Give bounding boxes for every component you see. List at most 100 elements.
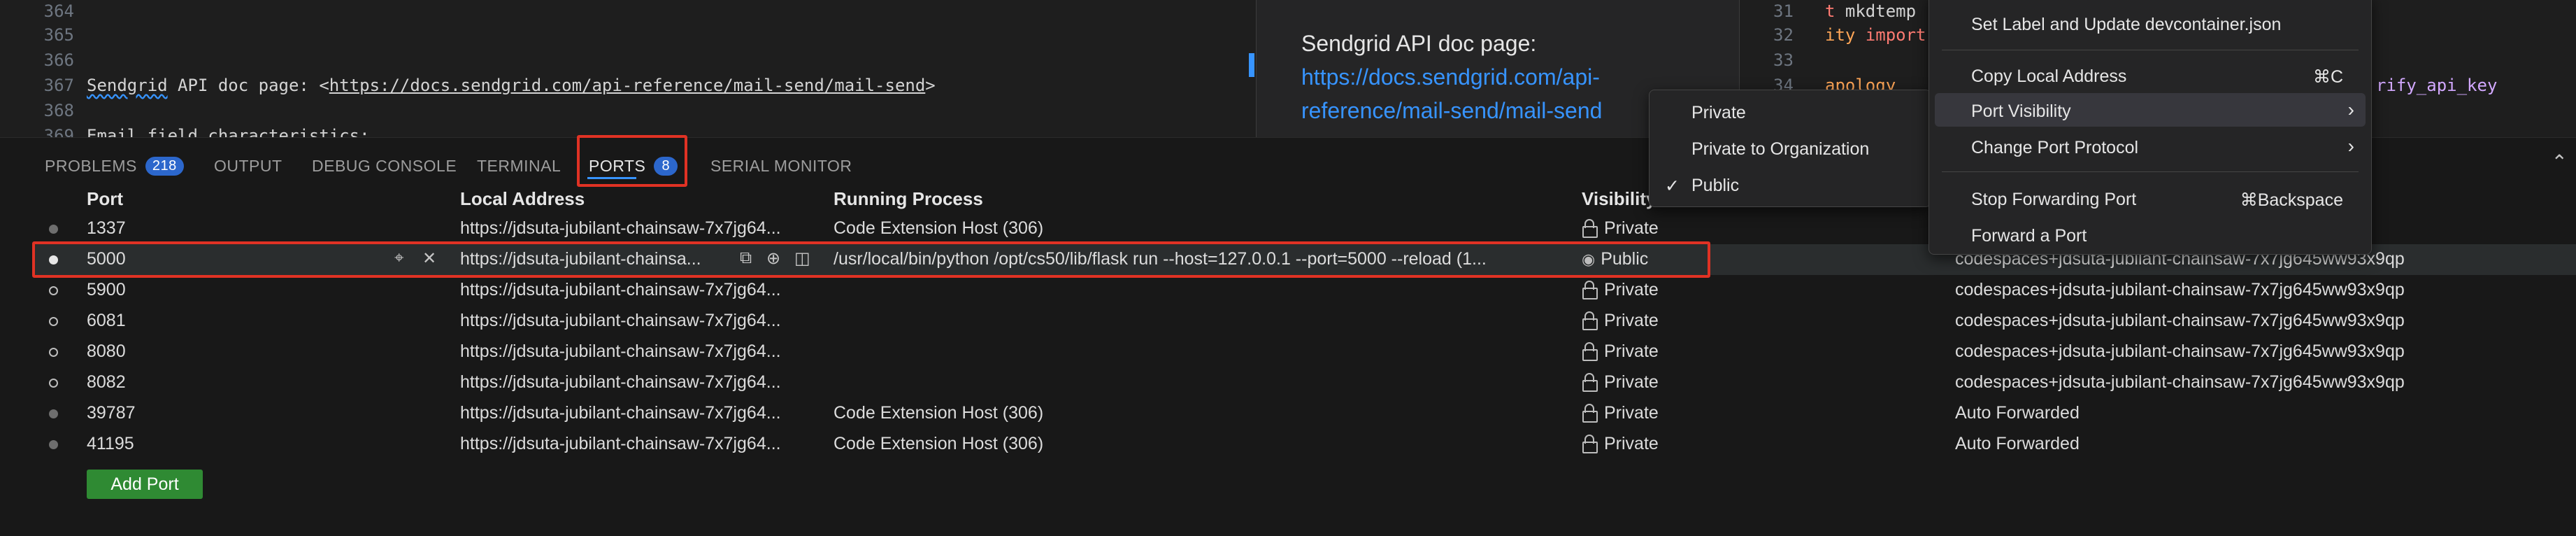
tab-terminal[interactable]: TERMINAL [477, 152, 561, 180]
process-cell: Code Extension Host (306) [833, 218, 1044, 238]
tab-serial-monitor[interactable]: SERIAL MONITOR [710, 152, 852, 180]
status-dot [49, 225, 58, 234]
port-cell: 39787 [87, 403, 136, 423]
address-cell[interactable]: https://jdsuta-jubilant-chainsaw-7x7jg64… [460, 311, 824, 331]
line-number: 369 [43, 126, 74, 137]
address-cell[interactable]: https://jdsuta-jubilant-chainsaw-7x7jg64… [460, 434, 824, 454]
menu-item-stop-forwarding-port[interactable]: Stop Forwarding Port [1971, 190, 2136, 210]
visibility-label: Private [1604, 372, 1659, 392]
menu-item-private-to-organization[interactable]: Private to Organization [1691, 139, 1869, 160]
hover-link[interactable]: reference/mail-send/mail-send [1301, 98, 1602, 124]
origin-cell: codespaces+jdsuta-jubilant-chainsaw-7x7j… [1955, 372, 2405, 392]
port-cell: 6081 [87, 311, 126, 330]
visibility-cell: Private [1582, 218, 1659, 239]
lock-icon [1582, 373, 1598, 392]
menu-item-change-port-protocol[interactable]: Change Port Protocol [1971, 138, 2138, 158]
column-header-running-process[interactable]: Running Process [833, 188, 983, 210]
code-token: > [925, 76, 936, 95]
visibility-label: Private [1604, 403, 1659, 423]
visibility-cell: Private [1582, 311, 1659, 331]
code-token: mkdtemp [1845, 1, 1917, 21]
chevron-up-icon[interactable]: ⌃ [2552, 150, 2568, 174]
lock-icon [1582, 281, 1598, 299]
chevron-right-icon: › [2347, 135, 2354, 157]
tab-debug-console[interactable]: DEBUG CONSOLE [312, 152, 457, 180]
table-row[interactable]: 5900 https://jdsuta-jubilant-chainsaw-7x… [32, 275, 2576, 306]
menu-item-private[interactable]: Private [1691, 103, 1746, 123]
code-link[interactable]: https://docs.sendgrid.com/api-reference/… [329, 76, 926, 95]
address-cell[interactable]: https://jdsuta-jubilant-chainsaw-7x7jg64… [460, 218, 824, 239]
line-number: 365 [43, 25, 74, 45]
address-cell[interactable]: https://jdsuta-jubilant-chainsaw-7x7jg64… [460, 280, 824, 300]
line-number-gutter: 364 365 366 367 368 369 [0, 0, 78, 137]
menu-item-copy-local-address[interactable]: Copy Local Address [1971, 66, 2126, 87]
line-number: 368 [43, 101, 74, 120]
port-cell: 41195 [87, 434, 134, 453]
tab-output[interactable]: OUTPUT [214, 152, 282, 180]
table-row[interactable]: 8080 https://jdsuta-jubilant-chainsaw-7x… [32, 337, 2576, 367]
column-header-visibility[interactable]: Visibility [1582, 188, 1656, 210]
menu-item-forward-a-port[interactable]: Forward a Port [1971, 226, 2087, 246]
hover-indicator [1249, 53, 1254, 77]
code-line-369[interactable]: Email field characteristics: [87, 126, 370, 137]
tab-problems[interactable]: PROBLEMS 218 [45, 152, 184, 180]
status-dot [49, 409, 58, 418]
address-cell[interactable]: https://jdsuta-jubilant-chainsaw-7x7jg64… [460, 341, 824, 362]
line-number: 366 [43, 50, 74, 70]
lock-icon [1582, 311, 1598, 330]
table-row[interactable]: 6081 https://jdsuta-jubilant-chainsaw-7x… [32, 306, 2576, 337]
port-cell: 8080 [87, 341, 126, 361]
table-row[interactable]: 41195 https://jdsuta-jubilant-chainsaw-7… [32, 429, 2576, 460]
lock-icon [1582, 219, 1598, 238]
code-token: API doc page: < [167, 76, 329, 95]
origin-cell: codespaces+jdsuta-jubilant-chainsaw-7x7j… [1955, 341, 2405, 361]
address-cell[interactable]: https://jdsuta-jubilant-chainsaw-7x7jg64… [460, 372, 824, 393]
problems-count-badge: 218 [145, 156, 184, 176]
column-header-local-address[interactable]: Local Address [460, 188, 585, 210]
tab-label: DEBUG CONSOLE [312, 156, 457, 175]
lock-icon [1582, 435, 1598, 453]
hover-link[interactable]: https://docs.sendgrid.com/api- [1301, 64, 1600, 90]
visibility-label: Private [1604, 280, 1659, 299]
column-header-port[interactable]: Port [87, 188, 123, 210]
code-token: ity [1825, 25, 1866, 45]
code-token: import [1865, 25, 1926, 45]
add-port-button[interactable]: Add Port [87, 470, 203, 499]
port-visibility-submenu: Private Private to Organization ✓ Public [1649, 90, 1931, 207]
status-dot [49, 348, 58, 357]
code-line[interactable]: ity import [1825, 25, 1926, 45]
line-number: 33 [1773, 50, 1794, 70]
code-token-identifier: rify_api_key [2376, 76, 2498, 95]
line-number: 32 [1773, 25, 1794, 45]
port-context-menu: Set Label and Update devcontainer.json C… [1929, 0, 2372, 255]
menu-item-public[interactable]: Public [1691, 176, 1739, 196]
code-token: Sendgrid [87, 76, 168, 95]
menu-item-port-visibility[interactable]: Port Visibility [1971, 101, 2071, 122]
tab-label: PROBLEMS [45, 156, 137, 175]
visibility-label: Private [1604, 218, 1659, 238]
visibility-cell: Private [1582, 372, 1659, 393]
table-row[interactable]: 8082 https://jdsuta-jubilant-chainsaw-7x… [32, 367, 2576, 398]
visibility-cell: Private [1582, 280, 1659, 300]
code-line[interactable]: t mkdtemp [1825, 1, 1916, 21]
hover-title: Sendgrid API doc page: [1301, 31, 1537, 56]
menu-separator [1942, 171, 2359, 172]
tab-label: TERMINAL [477, 156, 561, 175]
origin-cell: Auto Forwarded [1955, 434, 2080, 453]
lock-icon [1582, 342, 1598, 361]
shortcut-label: ⌘C [2312, 67, 2343, 87]
visibility-cell: Private [1582, 403, 1659, 423]
visibility-cell: Private [1582, 434, 1659, 454]
visibility-label: Private [1604, 341, 1659, 361]
code-token: t [1825, 1, 1845, 21]
lock-icon [1582, 404, 1598, 423]
address-cell[interactable]: https://jdsuta-jubilant-chainsaw-7x7jg64… [460, 403, 824, 423]
port-cell: 1337 [87, 218, 126, 238]
code-line-367[interactable]: Sendgrid API doc page: <https://docs.sen… [87, 76, 936, 95]
port-cell: 8082 [87, 372, 126, 392]
table-row[interactable]: 39787 https://jdsuta-jubilant-chainsaw-7… [32, 398, 2576, 429]
process-cell: Code Extension Host (306) [833, 434, 1044, 453]
process-cell: Code Extension Host (306) [833, 403, 1044, 423]
selected-row-highlight-box [32, 241, 1710, 278]
menu-item-set-label[interactable]: Set Label and Update devcontainer.json [1971, 15, 2281, 35]
